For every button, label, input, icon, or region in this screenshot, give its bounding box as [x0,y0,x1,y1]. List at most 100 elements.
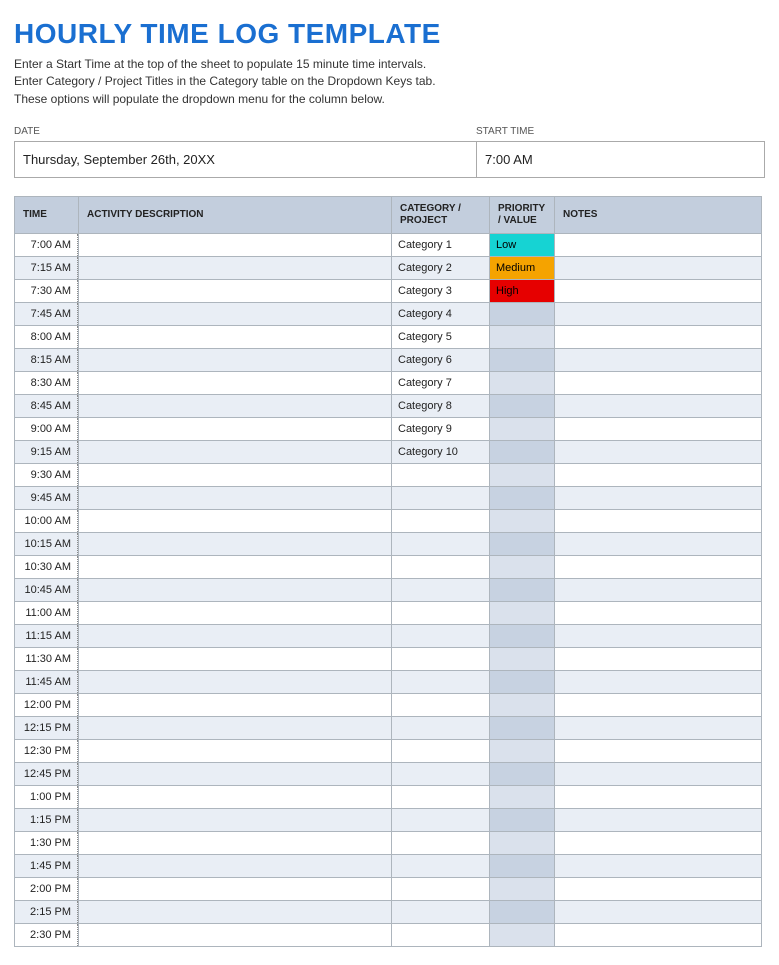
category-cell[interactable]: Category 6 [392,349,489,371]
notes-cell[interactable] [555,832,761,854]
priority-cell[interactable] [490,395,554,417]
notes-cell[interactable] [555,740,761,762]
activity-cell[interactable] [79,855,391,877]
notes-cell[interactable] [555,280,761,302]
category-cell[interactable] [392,786,489,808]
notes-cell[interactable] [555,487,761,509]
priority-cell[interactable] [490,510,554,532]
activity-cell[interactable] [79,349,391,371]
activity-cell[interactable] [79,924,391,946]
notes-cell[interactable] [555,326,761,348]
notes-cell[interactable] [555,602,761,624]
activity-cell[interactable] [79,487,391,509]
notes-cell[interactable] [555,349,761,371]
priority-cell[interactable] [490,786,554,808]
notes-cell[interactable] [555,855,761,877]
priority-cell[interactable] [490,763,554,785]
category-cell[interactable] [392,924,489,946]
activity-cell[interactable] [79,717,391,739]
notes-cell[interactable] [555,763,761,785]
priority-cell[interactable]: Low [490,234,554,256]
activity-cell[interactable] [79,234,391,256]
priority-cell[interactable] [490,740,554,762]
priority-cell[interactable]: High [490,280,554,302]
priority-cell[interactable] [490,303,554,325]
notes-cell[interactable] [555,533,761,555]
category-cell[interactable] [392,901,489,923]
category-cell[interactable] [392,855,489,877]
activity-cell[interactable] [79,326,391,348]
notes-cell[interactable] [555,234,761,256]
activity-cell[interactable] [79,464,391,486]
activity-cell[interactable] [79,809,391,831]
priority-cell[interactable] [490,556,554,578]
priority-cell[interactable] [490,855,554,877]
activity-cell[interactable] [79,579,391,601]
activity-cell[interactable] [79,257,391,279]
category-cell[interactable] [392,510,489,532]
priority-cell[interactable] [490,418,554,440]
category-cell[interactable]: Category 8 [392,395,489,417]
activity-cell[interactable] [79,556,391,578]
category-cell[interactable] [392,671,489,693]
activity-cell[interactable] [79,510,391,532]
category-cell[interactable] [392,832,489,854]
priority-cell[interactable] [490,694,554,716]
notes-cell[interactable] [555,556,761,578]
category-cell[interactable] [392,602,489,624]
notes-cell[interactable] [555,510,761,532]
category-cell[interactable] [392,464,489,486]
category-cell[interactable]: Category 3 [392,280,489,302]
category-cell[interactable] [392,487,489,509]
priority-cell[interactable] [490,602,554,624]
activity-cell[interactable] [79,648,391,670]
activity-cell[interactable] [79,763,391,785]
activity-cell[interactable] [79,901,391,923]
activity-cell[interactable] [79,303,391,325]
activity-cell[interactable] [79,602,391,624]
category-cell[interactable]: Category 1 [392,234,489,256]
priority-cell[interactable] [490,349,554,371]
date-input[interactable]: Thursday, September 26th, 20XX [15,142,477,177]
priority-cell[interactable] [490,487,554,509]
notes-cell[interactable] [555,464,761,486]
activity-cell[interactable] [79,786,391,808]
activity-cell[interactable] [79,878,391,900]
activity-cell[interactable] [79,625,391,647]
notes-cell[interactable] [555,303,761,325]
notes-cell[interactable] [555,671,761,693]
notes-cell[interactable] [555,809,761,831]
activity-cell[interactable] [79,372,391,394]
notes-cell[interactable] [555,257,761,279]
notes-cell[interactable] [555,901,761,923]
activity-cell[interactable] [79,395,391,417]
notes-cell[interactable] [555,441,761,463]
activity-cell[interactable] [79,533,391,555]
category-cell[interactable] [392,740,489,762]
category-cell[interactable] [392,763,489,785]
category-cell[interactable]: Category 10 [392,441,489,463]
category-cell[interactable] [392,648,489,670]
priority-cell[interactable] [490,464,554,486]
priority-cell[interactable] [490,924,554,946]
priority-cell[interactable] [490,579,554,601]
activity-cell[interactable] [79,694,391,716]
priority-cell[interactable] [490,625,554,647]
category-cell[interactable]: Category 7 [392,372,489,394]
priority-cell[interactable]: Medium [490,257,554,279]
starttime-input[interactable]: 7:00 AM [477,142,545,177]
notes-cell[interactable] [555,648,761,670]
priority-cell[interactable] [490,809,554,831]
category-cell[interactable]: Category 2 [392,257,489,279]
category-cell[interactable] [392,878,489,900]
priority-cell[interactable] [490,717,554,739]
notes-cell[interactable] [555,878,761,900]
activity-cell[interactable] [79,832,391,854]
category-cell[interactable] [392,809,489,831]
category-cell[interactable] [392,556,489,578]
category-cell[interactable] [392,717,489,739]
notes-cell[interactable] [555,579,761,601]
notes-cell[interactable] [555,625,761,647]
notes-cell[interactable] [555,924,761,946]
notes-cell[interactable] [555,694,761,716]
